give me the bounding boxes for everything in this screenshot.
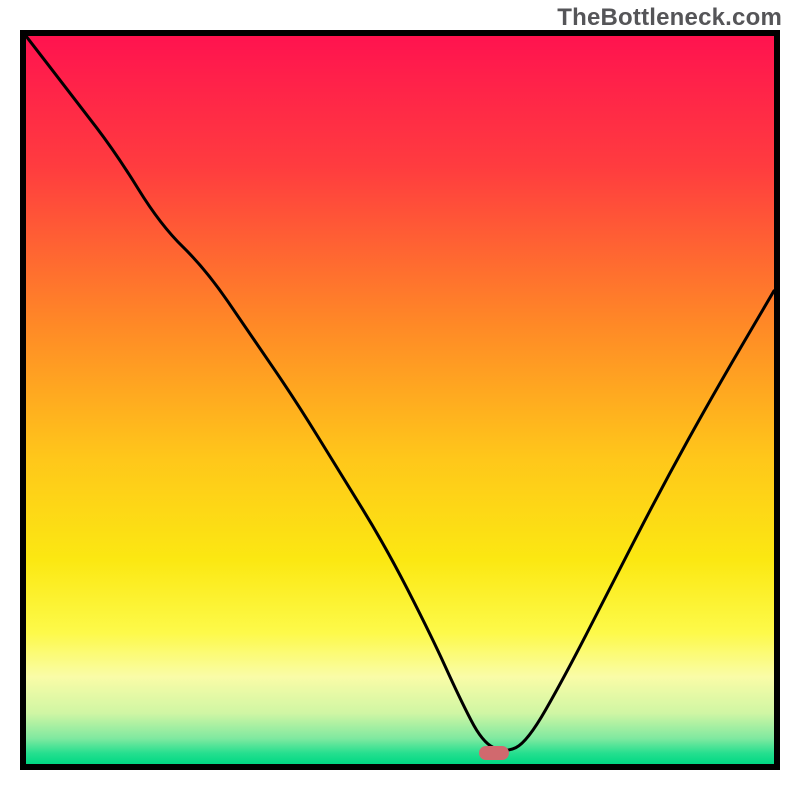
watermark-text: TheBottleneck.com — [557, 4, 782, 32]
optimal-point-marker — [479, 746, 509, 760]
bottleneck-curve — [26, 36, 774, 764]
plot-area — [26, 36, 774, 764]
border-left — [20, 30, 26, 770]
chart-frame: TheBottleneck.com — [0, 0, 800, 800]
border-bottom — [20, 764, 780, 770]
border-right — [774, 30, 780, 770]
